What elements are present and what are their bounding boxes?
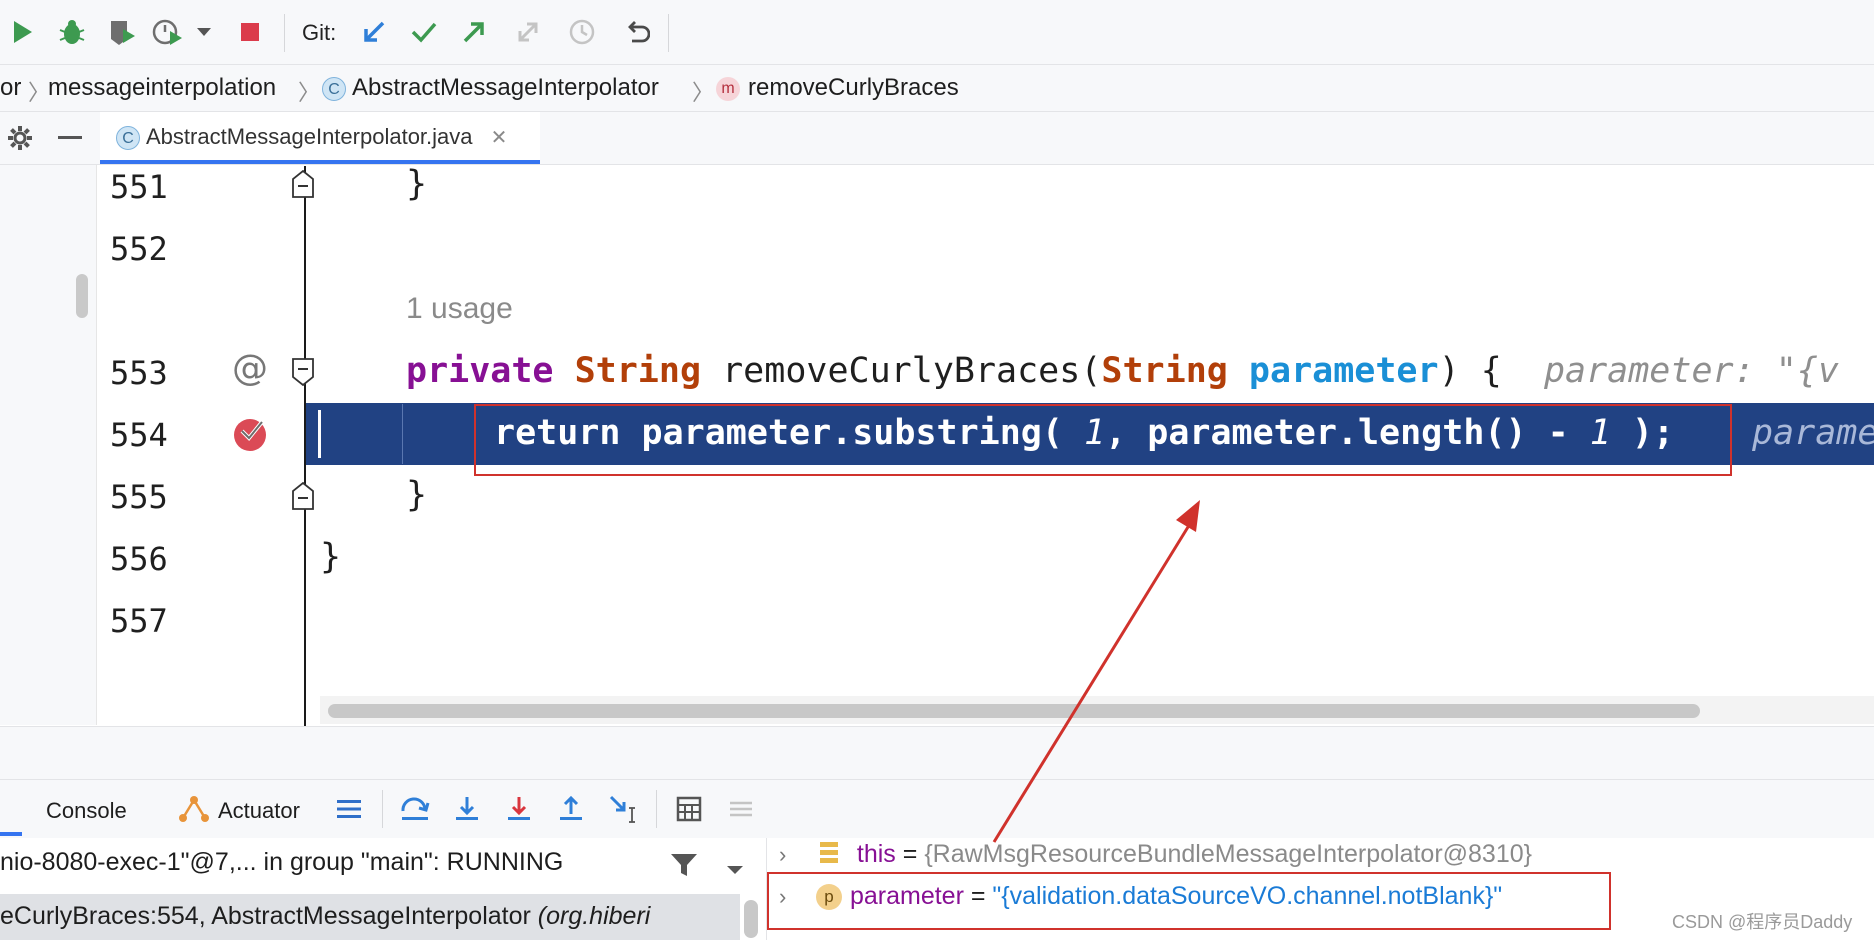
run-with-coverage-icon[interactable]	[104, 14, 140, 50]
line-number: 551	[110, 168, 168, 206]
fold-guide	[304, 166, 306, 726]
editor-tab-bar: C AbstractMessageInterpolator.java ✕	[0, 112, 1874, 165]
method-icon: m	[716, 76, 740, 101]
actuator-icon	[178, 794, 210, 829]
usage-hint[interactable]: 1 usage	[406, 292, 513, 326]
override-marker-icon[interactable]: @	[232, 348, 268, 389]
annotation-box-code	[474, 404, 1732, 476]
chevron-right-icon: 〉	[28, 80, 51, 105]
history-icon	[564, 14, 600, 50]
stack-frame-selected[interactable]: eCurlyBraces:554, AbstractMessageInterpo…	[0, 894, 740, 940]
field-list-icon	[819, 842, 838, 863]
tab-label: AbstractMessageInterpolator.java	[146, 124, 473, 149]
active-tab-indicator	[0, 832, 22, 836]
debug-toolbar: Console Actuator	[0, 779, 1874, 839]
code-line-553[interactable]: private String removeCurlyBraces(String …	[406, 351, 1839, 391]
menu-icon[interactable]	[332, 792, 366, 826]
force-step-into-icon[interactable]	[502, 792, 536, 826]
breadcrumb-class-label: AbstractMessageInterpolator	[352, 74, 659, 101]
code-line-551[interactable]: }	[406, 164, 427, 204]
git-update-icon[interactable]	[356, 14, 392, 50]
line-number: 552	[110, 230, 168, 268]
fold-end-icon[interactable]	[292, 482, 314, 510]
main-toolbar: Git:	[0, 0, 1874, 65]
git-merge-icon	[510, 14, 546, 50]
chevron-right-icon: 〉	[692, 80, 715, 105]
frames-panel: nio-8080-exec-1"@7,... in group "main": …	[0, 838, 767, 940]
run-to-cursor-icon[interactable]	[606, 792, 640, 826]
chevron-down-icon[interactable]	[726, 862, 744, 880]
profile-icon[interactable]	[150, 14, 186, 50]
filter-icon[interactable]	[670, 852, 698, 883]
chevron-right-icon[interactable]: ›	[779, 842, 809, 868]
breadcrumb-package-partial[interactable]: or	[0, 73, 21, 103]
debug-icon[interactable]	[54, 14, 90, 50]
line-number: 556	[110, 540, 168, 578]
line-number: 557	[110, 602, 168, 640]
breadcrumb-method[interactable]: m removeCurlyBraces	[716, 73, 959, 103]
code-line-556[interactable]: }	[320, 537, 341, 577]
git-push-icon[interactable]	[456, 14, 492, 50]
text-caret	[318, 410, 321, 458]
close-icon[interactable]: ✕	[491, 127, 508, 149]
git-commit-icon[interactable]	[406, 14, 442, 50]
tab-actuator[interactable]: Actuator	[218, 798, 300, 824]
trace-current-stream-icon	[724, 792, 758, 826]
code-line-555[interactable]: }	[406, 475, 427, 515]
annotation-box-variable	[767, 872, 1611, 930]
frames-scroll-thumb[interactable]	[744, 900, 758, 938]
fold-end-icon[interactable]	[292, 170, 314, 198]
thread-selector[interactable]: nio-8080-exec-1"@7,... in group "main": …	[0, 848, 563, 877]
stack-frame-label: eCurlyBraces:554, AbstractMessageInterpo…	[0, 902, 651, 930]
chevron-right-icon: 〉	[298, 80, 321, 105]
line-number: 554	[110, 416, 168, 454]
step-into-icon[interactable]	[450, 792, 484, 826]
line-number: 555	[110, 478, 168, 516]
breakpoint-icon[interactable]	[232, 414, 270, 457]
gutter-scroll-thumb[interactable]	[76, 274, 88, 318]
indent-guide	[402, 404, 403, 464]
breadcrumb-method-label: removeCurlyBraces	[748, 74, 959, 101]
watermark: CSDN @程序员Daddy	[1672, 912, 1853, 932]
annotation-arrow	[992, 500, 1200, 843]
run-icon[interactable]	[4, 14, 40, 50]
line-number: 553	[110, 354, 168, 392]
step-out-icon[interactable]	[554, 792, 588, 826]
git-label: Git:	[302, 20, 337, 45]
class-icon: C	[322, 76, 346, 101]
chevron-down-icon[interactable]	[192, 14, 216, 50]
tab-console[interactable]: Console	[46, 798, 127, 824]
inline-value-hint: parameter: "{v	[1543, 351, 1839, 391]
editor-gutter	[0, 165, 97, 725]
fold-start-icon[interactable]	[292, 358, 314, 386]
class-icon: C	[116, 126, 140, 151]
stop-icon[interactable]	[232, 14, 268, 50]
inline-value-hint: parame	[1752, 413, 1874, 453]
step-over-icon[interactable]	[398, 792, 432, 826]
editor-status-strip	[0, 726, 1874, 779]
rollback-icon[interactable]	[618, 14, 654, 50]
breadcrumb: or 〉 messageinterpolation 〉 C AbstractMes…	[0, 65, 1874, 112]
tab-abstract-message-interpolator[interactable]: C AbstractMessageInterpolator.java ✕	[100, 112, 540, 164]
breadcrumb-package[interactable]: messageinterpolation	[48, 73, 276, 103]
gear-icon[interactable]	[6, 124, 34, 157]
breadcrumb-class[interactable]: C AbstractMessageInterpolator	[322, 73, 659, 103]
evaluate-expression-icon[interactable]	[672, 792, 706, 826]
minimize-icon[interactable]	[58, 136, 82, 139]
